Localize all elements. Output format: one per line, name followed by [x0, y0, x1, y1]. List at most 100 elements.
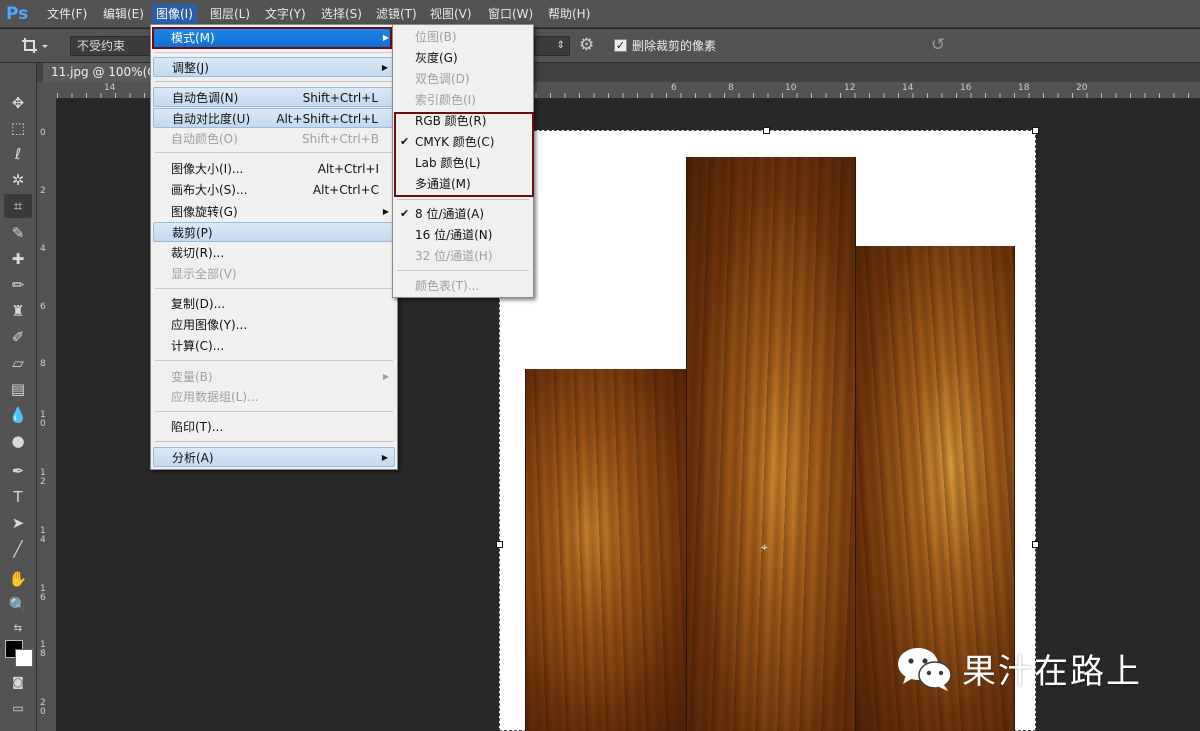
eraser-tool-icon[interactable]: ▱	[4, 351, 32, 375]
menu-layer[interactable]: 图层(L)	[206, 4, 254, 24]
menu-separator	[155, 411, 393, 412]
menu-item-label: 画布大小(S)...	[171, 183, 248, 197]
crop-handle[interactable]	[1032, 127, 1039, 134]
default-colors-icon[interactable]: ⇆	[4, 617, 32, 641]
menu-item-trap[interactable]: 陷印(T)...	[153, 417, 395, 437]
menu-item-shortcut: Alt+Ctrl+C	[312, 183, 379, 197]
menu-item-label: 自动色调(N)	[172, 91, 239, 105]
menu-item-label: 显示全部(V)	[171, 267, 237, 281]
ruler-tick-label: 8	[40, 359, 46, 369]
crop-handle[interactable]	[1032, 541, 1039, 548]
crop-ratio-select[interactable]: 不受约束	[70, 36, 156, 56]
zoom-tool-icon[interactable]: 🔍	[4, 593, 32, 617]
submenu-item-32-bit[interactable]: 32 位/通道(H)	[395, 246, 531, 266]
ruler-tick-label: 20	[40, 698, 46, 717]
menu-item-adjustments[interactable]: 调整(J) ▶	[153, 57, 395, 77]
menu-help[interactable]: 帮助(H)	[544, 4, 594, 24]
ruler-tick-label: 14	[902, 83, 914, 93]
marquee-tool-icon[interactable]: ⬚	[4, 116, 32, 140]
crop-handle[interactable]	[496, 541, 503, 548]
submenu-arrow-icon: ▶	[382, 207, 389, 216]
menu-item-calculations[interactable]: 计算(C)...	[153, 336, 395, 356]
menu-item-image-size[interactable]: 图像大小(I)... Alt+Ctrl+I	[153, 159, 395, 179]
menu-file[interactable]: 文件(F)	[43, 4, 91, 24]
lasso-tool-icon[interactable]: ℓ	[4, 142, 32, 166]
submenu-item-label: 16 位/通道(N)	[415, 228, 493, 242]
menu-item-auto-contrast[interactable]: 自动对比度(U) Alt+Shift+Ctrl+L	[153, 108, 395, 128]
menu-item-shortcut: Shift+Ctrl+B	[302, 132, 379, 146]
menu-filter[interactable]: 滤镜(T)	[372, 4, 421, 24]
magic-wand-tool-icon[interactable]: ✲	[4, 168, 32, 192]
watermark-text: 果汁在路上	[962, 651, 1142, 692]
screen-mode-icon[interactable]: ▭	[4, 696, 32, 720]
menu-item-label: 应用数据组(L)...	[171, 390, 259, 404]
menu-item-trim[interactable]: 裁切(R)...	[153, 243, 395, 263]
menu-item-variables[interactable]: 变量(B) ▶	[153, 367, 395, 387]
menu-item-apply-data-set[interactable]: 应用数据组(L)...	[153, 387, 395, 407]
background-color-swatch[interactable]	[15, 649, 33, 667]
menu-separator	[155, 288, 393, 289]
menu-item-apply-image[interactable]: 应用图像(Y)...	[153, 315, 395, 335]
menu-window[interactable]: 窗口(W)	[484, 4, 537, 24]
menu-item-duplicate[interactable]: 复制(D)...	[153, 294, 395, 314]
ruler-origin[interactable]	[37, 82, 57, 99]
menu-item-crop[interactable]: 裁剪(P)	[153, 222, 395, 242]
menu-item-analysis[interactable]: 分析(A) ▶	[153, 447, 395, 467]
submenu-item-grayscale[interactable]: 灰度(G)	[395, 48, 531, 68]
menu-item-reveal-all[interactable]: 显示全部(V)	[153, 264, 395, 284]
menu-item-image-rotation[interactable]: 图像旋转(G) ▶	[153, 202, 395, 222]
wood-plank-left	[525, 369, 691, 731]
crop-ratio-stepper[interactable]: ⇕	[534, 36, 570, 56]
vertical-ruler[interactable]: 0 2 4 6 8 10 12 14 16 18 20	[37, 99, 57, 731]
crop-tool-preset-icon[interactable]	[20, 36, 50, 56]
ruler-tick-label: 14	[40, 526, 46, 545]
move-tool-icon[interactable]: ✥	[4, 91, 32, 115]
menu-item-label: 自动对比度(U)	[172, 112, 251, 126]
menu-item-auto-tone[interactable]: 自动色调(N) Shift+Ctrl+L	[153, 87, 395, 107]
menu-item-label: 变量(B)	[171, 370, 213, 384]
menu-edit[interactable]: 编辑(E)	[99, 4, 148, 24]
blur-tool-icon[interactable]: 💧	[4, 403, 32, 427]
submenu-item-label: 双色调(D)	[415, 72, 470, 86]
submenu-item-label: 32 位/通道(H)	[415, 249, 493, 263]
gradient-tool-icon[interactable]: ▤	[4, 377, 32, 401]
menu-separator	[155, 360, 393, 361]
line-tool-icon[interactable]: ╱	[4, 537, 32, 561]
hand-tool-icon[interactable]: ✋	[4, 567, 32, 591]
menu-separator	[155, 52, 393, 53]
submenu-item-duotone[interactable]: 双色调(D)	[395, 69, 531, 89]
crop-handle[interactable]	[763, 127, 770, 134]
menu-image[interactable]: 图像(I)	[152, 4, 197, 24]
ruler-tick-label: 4	[40, 244, 46, 254]
submenu-item-indexed-color[interactable]: 索引颜色(I)	[395, 90, 531, 110]
tools-panel: ✥ ⬚ ℓ ✲ ⌗ ✎ ✚ ✏ ♜ ✐ ▱ ▤ 💧 ● ✒ T ➤ ╱ ✋ 🔍 …	[0, 63, 37, 731]
ruler-tick-label: 8	[728, 83, 734, 93]
menu-item-auto-color[interactable]: 自动颜色(O) Shift+Ctrl+B	[153, 129, 395, 149]
reset-icon[interactable]: ↺	[931, 35, 945, 55]
menu-separator	[155, 152, 393, 153]
submenu-item-8-bit[interactable]: ✔ 8 位/通道(A)	[395, 204, 531, 224]
menu-item-canvas-size[interactable]: 画布大小(S)... Alt+Ctrl+C	[153, 180, 395, 200]
crop-tool-icon[interactable]: ⌗	[4, 194, 32, 218]
clone-stamp-tool-icon[interactable]: ♜	[4, 299, 32, 323]
healing-brush-tool-icon[interactable]: ✚	[4, 247, 32, 271]
quick-mask-icon[interactable]: ◙	[4, 670, 32, 694]
menu-view[interactable]: 视图(V)	[426, 4, 476, 24]
chevron-updown-icon: ⇕	[556, 40, 565, 51]
submenu-item-color-table[interactable]: 颜色表(T)...	[395, 276, 531, 296]
history-brush-tool-icon[interactable]: ✐	[4, 325, 32, 349]
submenu-item-16-bit[interactable]: 16 位/通道(N)	[395, 225, 531, 245]
delete-cropped-pixels-checkbox[interactable]: ✓	[614, 39, 627, 52]
submenu-item-bitmap[interactable]: 位图(B)	[395, 27, 531, 47]
brush-tool-icon[interactable]: ✏	[4, 273, 32, 297]
eyedropper-tool-icon[interactable]: ✎	[4, 221, 32, 245]
type-tool-icon[interactable]: T	[4, 485, 32, 509]
menu-select[interactable]: 选择(S)	[317, 4, 366, 24]
pen-tool-icon[interactable]: ✒	[4, 459, 32, 483]
menu-type[interactable]: 文字(Y)	[261, 4, 310, 24]
ruler-tick-label: 0	[40, 128, 46, 138]
dodge-tool-icon[interactable]: ●	[4, 429, 32, 453]
path-selection-tool-icon[interactable]: ➤	[4, 511, 32, 535]
submenu-item-label: 索引颜色(I)	[415, 93, 476, 107]
gear-icon[interactable]: ⚙	[579, 35, 594, 55]
